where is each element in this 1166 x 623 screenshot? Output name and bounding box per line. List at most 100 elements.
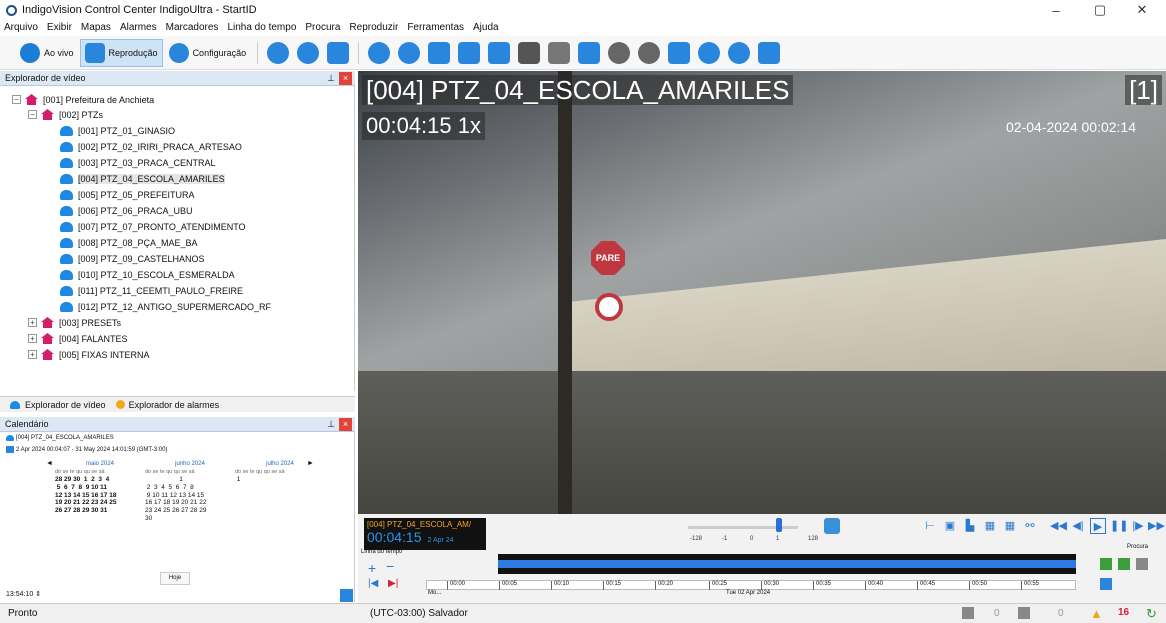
layout-icon[interactable] [488, 41, 511, 64]
tab-video-explorer[interactable]: Explorador de vídeo [10, 400, 106, 410]
export-clip-icon[interactable]: ▦ [982, 518, 998, 534]
close-icon[interactable]: × [339, 418, 352, 431]
prev-month-icon[interactable]: ◄ [46, 460, 53, 467]
close-button[interactable]: ✕ [1122, 0, 1162, 20]
tree-camera[interactable]: [002] PTZ_02_IRIRI_PRACA_ARTESAO [60, 139, 242, 154]
step-forward-icon[interactable]: |▶ [1130, 518, 1146, 534]
month-days[interactable]: 1 2 3 4 5 6 7 8 9 10 11 12 13 14 15 16 1… [145, 476, 235, 523]
month-days[interactable]: 28 29 30 1 2 3 4 5 6 7 8 9 10 11 12 13 1… [55, 476, 145, 515]
live-button[interactable]: Ao vivo [16, 39, 78, 67]
rewind-icon[interactable]: ◀◀ [1050, 518, 1067, 534]
go-start-icon[interactable]: |◀ [368, 578, 378, 589]
fast-forward-icon[interactable]: ▶▶ [1148, 518, 1165, 534]
camera-tree: − [001] Prefeitura de Anchieta − [002] PTZ… [0, 86, 355, 391]
tree-camera[interactable]: [006] PTZ_06_PRACA_UBU [60, 203, 193, 218]
expand-icon[interactable]: + [28, 350, 37, 359]
tab-alarm-explorer[interactable]: Explorador de alarmes [115, 400, 219, 410]
lock-icon[interactable] [824, 518, 840, 534]
search-grid-icon[interactable] [1100, 578, 1112, 590]
connection-icon: ↻ [1146, 606, 1157, 621]
tree-node-ptzs[interactable]: − [002] PTZs [28, 107, 103, 122]
scene-ground [358, 371, 1166, 514]
mo-label: Mo... [428, 590, 442, 596]
month-days[interactable]: 1 [235, 476, 325, 484]
menu-marcadores[interactable]: Marcadores [166, 22, 219, 33]
tree-node-falantes[interactable]: + [004] FALANTES [28, 331, 128, 346]
collapse-icon[interactable]: − [12, 95, 21, 104]
menu-ajuda[interactable]: Ajuda [473, 22, 499, 33]
expand-icon[interactable]: + [28, 318, 37, 327]
tree-node-fixas[interactable]: + [005] FIXAS INTERNA [28, 347, 150, 362]
tree-camera[interactable]: [011] PTZ_11_CEEMTI_PAULO_FREIRE [60, 283, 243, 298]
site-icon [25, 94, 38, 105]
snapshot-icon[interactable]: ▣ [942, 518, 958, 534]
menu-ferramentas[interactable]: Ferramentas [407, 22, 464, 33]
tree-camera[interactable]: [005] PTZ_05_PREFEITURA [60, 187, 195, 202]
menu-procura[interactable]: Procura [305, 22, 340, 33]
minimize-button[interactable]: – [1036, 0, 1076, 20]
sync-icon[interactable]: ⊢ [922, 518, 938, 534]
collapse-icon[interactable]: − [28, 110, 37, 119]
link-icon[interactable]: ⚯ [1022, 518, 1038, 534]
tree-camera[interactable]: [008] PTZ_08_PÇA_MAE_BA [60, 235, 198, 250]
menu-linha-do-tempo[interactable]: Linha do tempo [227, 22, 296, 33]
playback-button[interactable]: Reprodução [79, 38, 163, 67]
pause-icon[interactable]: ❚❚ [1110, 518, 1128, 534]
tree-node-presets[interactable]: + [003] PRESETs [28, 315, 121, 330]
grid-alert-icon[interactable] [578, 41, 601, 64]
video-pane[interactable]: PARE [004] PTZ_04_ESCOLA_AMARILES 00:04:… [358, 71, 1166, 514]
today-button[interactable]: Hoje [160, 572, 190, 585]
go-icon[interactable] [340, 589, 353, 602]
play-icon[interactable]: ▶ [1090, 518, 1106, 534]
shield-icon[interactable] [698, 41, 721, 64]
grid-icon[interactable] [758, 41, 781, 64]
menu-mapas[interactable]: Mapas [81, 22, 111, 33]
bell-icon[interactable] [608, 41, 631, 64]
search-icon[interactable] [368, 41, 391, 64]
time-spinner[interactable]: 13:54:10 ⇕ [6, 590, 41, 598]
tree-node-root[interactable]: − [001] Prefeitura de Anchieta [12, 92, 154, 107]
export-icon[interactable] [428, 41, 451, 64]
menu-arquivo[interactable]: Arquivo [4, 22, 38, 33]
clear-icon[interactable] [398, 41, 421, 64]
step-back-icon[interactable]: ◀| [1070, 518, 1086, 534]
tree-camera[interactable]: [012] PTZ_12_ANTIGO_SUPERMERCADO_RF [60, 299, 271, 314]
image-icon[interactable] [548, 41, 571, 64]
search-run-icon[interactable] [1100, 558, 1112, 570]
config-button[interactable]: Configuração [165, 39, 251, 67]
add-view-icon[interactable] [458, 41, 481, 64]
search-filter-icon[interactable] [1136, 558, 1148, 570]
tree-camera[interactable]: [007] PTZ_07_PRONTO_ATENDIMENTO [60, 219, 246, 234]
help-icon[interactable] [297, 41, 320, 64]
restore-button[interactable]: ▢ [1080, 0, 1120, 20]
refresh-icon[interactable] [267, 41, 290, 64]
fullscreen-icon[interactable] [327, 41, 350, 64]
camera-icon [60, 205, 73, 216]
tree-camera[interactable]: [009] PTZ_09_CASTELHANOS [60, 251, 205, 266]
timeline-ruler[interactable]: 00:00 00:05 00:10 00:15 00:20 00:25 00:3… [426, 580, 1076, 590]
zoom-in-icon[interactable]: + [368, 560, 376, 576]
timeline-track[interactable] [498, 554, 1076, 574]
warning-icon[interactable]: ▲ [1090, 606, 1103, 621]
speed-slider-thumb[interactable] [776, 518, 782, 532]
snapshot-icon[interactable] [728, 41, 751, 64]
tree-camera[interactable]: [010] PTZ_10_ESCOLA_ESMERALDA [60, 267, 235, 282]
pin-icon[interactable]: ⊥ [327, 73, 335, 84]
menu-exibir[interactable]: Exibir [47, 22, 72, 33]
bell-off-icon[interactable] [638, 41, 661, 64]
pin-icon[interactable]: ⊥ [327, 419, 335, 430]
close-icon[interactable]: × [339, 72, 352, 85]
secure-export-icon[interactable] [668, 41, 691, 64]
menu-reproduzir[interactable]: Reproduzir [349, 22, 398, 33]
tree-camera[interactable]: [003] PTZ_03_PRACA_CENTRAL [60, 155, 216, 170]
tree-camera[interactable]: [001] PTZ_01_GINASIO [60, 123, 175, 138]
search-motion-icon[interactable] [1118, 558, 1130, 570]
expand-icon[interactable]: + [28, 334, 37, 343]
zoom-out-icon[interactable]: − [386, 558, 394, 574]
go-end-icon[interactable]: ▶| [388, 578, 398, 589]
grid-icon[interactable]: ▦ [1002, 518, 1018, 534]
tree-camera-selected[interactable]: [004] PTZ_04_ESCOLA_AMARILES [60, 171, 225, 186]
crop-icon[interactable] [518, 41, 541, 64]
bookmark-icon[interactable]: ▙ [962, 518, 978, 534]
menu-alarmes[interactable]: Alarmes [120, 22, 157, 33]
